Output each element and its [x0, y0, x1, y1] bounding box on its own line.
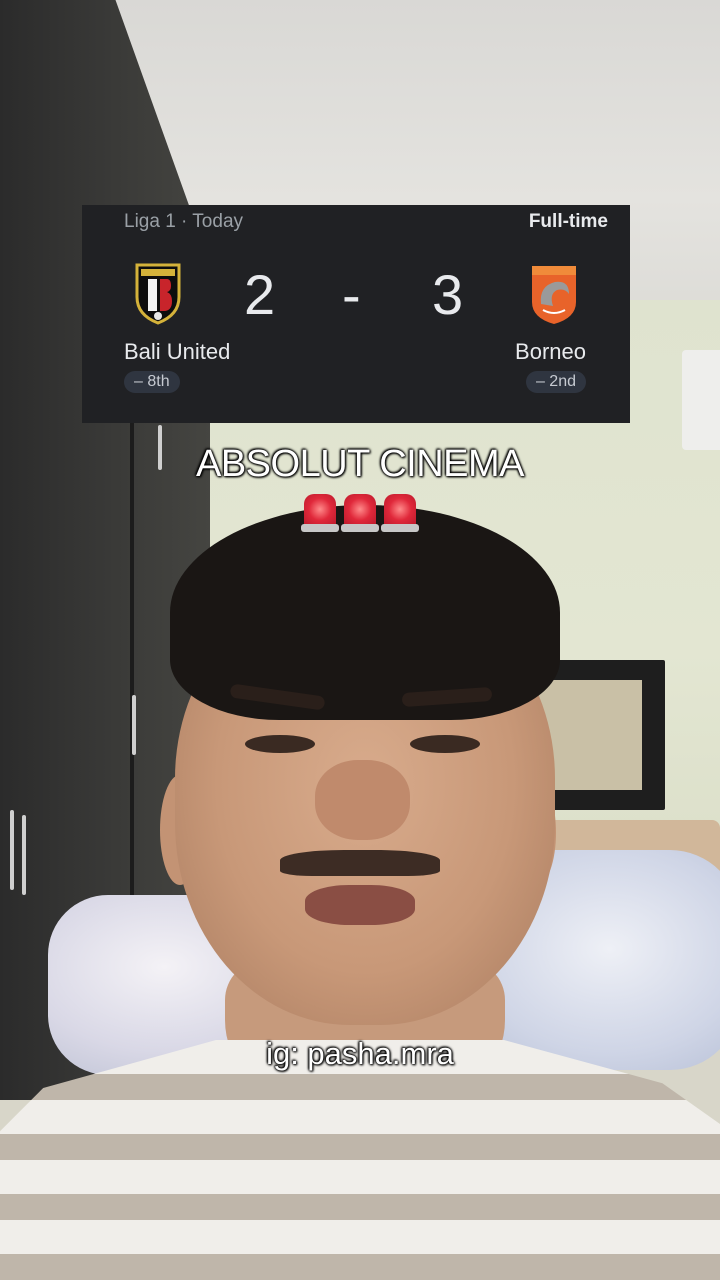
- away-team-name: Borneo: [515, 339, 586, 364]
- video-background: [0, 0, 720, 1280]
- borneo-crest-icon: [532, 266, 576, 324]
- caption-title: ABSOLUT CINEMA: [195, 443, 525, 485]
- person-hair: [170, 505, 560, 720]
- person-shirt: [0, 1040, 720, 1280]
- wardrobe-handle: [10, 810, 14, 890]
- away-team-rank: – 2nd: [525, 371, 586, 393]
- league-label: Liga 1 · Today: [124, 211, 244, 232]
- police-siren-icon: [381, 494, 419, 532]
- wardrobe-handle: [22, 815, 26, 895]
- siren-emoji-row: [0, 494, 720, 536]
- score-separator: -: [342, 263, 361, 326]
- mustache: [280, 850, 440, 876]
- home-team-rank: – 8th: [124, 371, 180, 393]
- bali-united-crest-icon: [135, 263, 181, 325]
- match-status: Full-time: [528, 211, 608, 232]
- wardrobe-handle: [132, 695, 136, 755]
- home-score: 2: [244, 263, 276, 326]
- instagram-handle-caption: ig: pasha.mra: [266, 1036, 454, 1071]
- mouth: [305, 885, 415, 925]
- police-siren-icon: [301, 494, 339, 532]
- air-conditioner: [682, 350, 720, 450]
- home-team-name: Bali United: [124, 339, 231, 364]
- police-siren-icon: [341, 494, 379, 532]
- eye: [245, 735, 315, 753]
- eye: [410, 735, 480, 753]
- away-score: 3: [432, 263, 464, 326]
- match-score-card: Liga 1 · Today Full-time 2 - 3 Bali Unit…: [82, 205, 630, 423]
- nose: [315, 760, 410, 840]
